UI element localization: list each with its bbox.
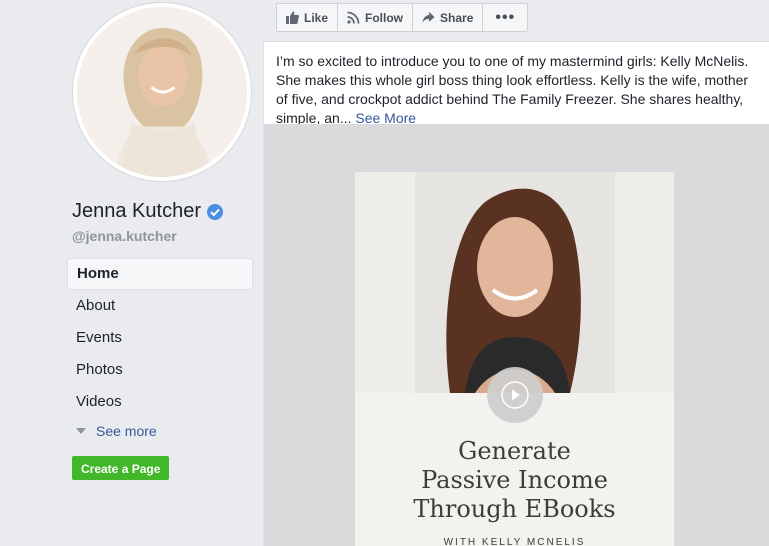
more-icon: •••: [495, 8, 516, 26]
ebook-title: Generate Passive Income Through EBooks: [355, 437, 674, 524]
page-name-text[interactable]: Jenna Kutcher: [72, 200, 201, 223]
nav-item-about[interactable]: About: [67, 290, 253, 322]
post-video[interactable]: Generate Passive Income Through EBooks W…: [264, 124, 769, 546]
nav-item-videos[interactable]: Videos: [67, 386, 253, 418]
nav-item-events[interactable]: Events: [67, 322, 253, 354]
share-label: Share: [440, 10, 474, 25]
page-nav: Home About Events Photos Videos See more: [67, 258, 253, 444]
page-username[interactable]: @jenna.kutcher: [72, 228, 177, 244]
post-card: I’m so excited to introduce you to one o…: [263, 41, 769, 546]
post-text: I’m so excited to introduce you to one o…: [276, 52, 762, 128]
nav-see-more[interactable]: See more: [67, 418, 253, 444]
profile-photo: [77, 7, 247, 177]
play-icon: [501, 381, 529, 409]
more-options-button[interactable]: •••: [483, 4, 527, 31]
ebook-title-line: Through EBooks: [413, 495, 616, 523]
like-icon: [286, 11, 299, 24]
caret-down-icon: [76, 428, 86, 434]
share-button[interactable]: Share: [413, 4, 484, 31]
create-page-button[interactable]: Create a Page: [72, 456, 170, 480]
post-body: I’m so excited to introduce you to one o…: [276, 53, 749, 126]
nav-item-photos[interactable]: Photos: [67, 354, 253, 386]
nav-see-more-label[interactable]: See more: [96, 418, 157, 444]
nav-item-home[interactable]: Home: [67, 258, 253, 290]
ebook-title-line: Generate: [458, 437, 571, 465]
like-label: Like: [304, 10, 329, 25]
like-button[interactable]: Like: [277, 4, 339, 31]
ebook-subtitle: WITH KELLY MCNELIS: [443, 537, 586, 546]
page-sidebar: Jenna Kutcher @jenna.kutcher Home About …: [0, 0, 263, 546]
share-icon: [422, 12, 435, 23]
verified-badge-icon: [206, 203, 223, 220]
page-name[interactable]: Jenna Kutcher: [72, 200, 224, 223]
follow-icon: [347, 11, 360, 24]
page-action-bar: Like Follow Share •••: [276, 3, 529, 32]
play-button[interactable]: [487, 367, 543, 423]
video-photo: [355, 172, 674, 393]
follow-button[interactable]: Follow: [338, 4, 414, 31]
ebook-title-line: Passive Income: [421, 466, 608, 494]
profile-avatar[interactable]: [73, 3, 251, 181]
follow-label: Follow: [365, 10, 404, 25]
video-thumbnail[interactable]: Generate Passive Income Through EBooks W…: [355, 172, 674, 546]
